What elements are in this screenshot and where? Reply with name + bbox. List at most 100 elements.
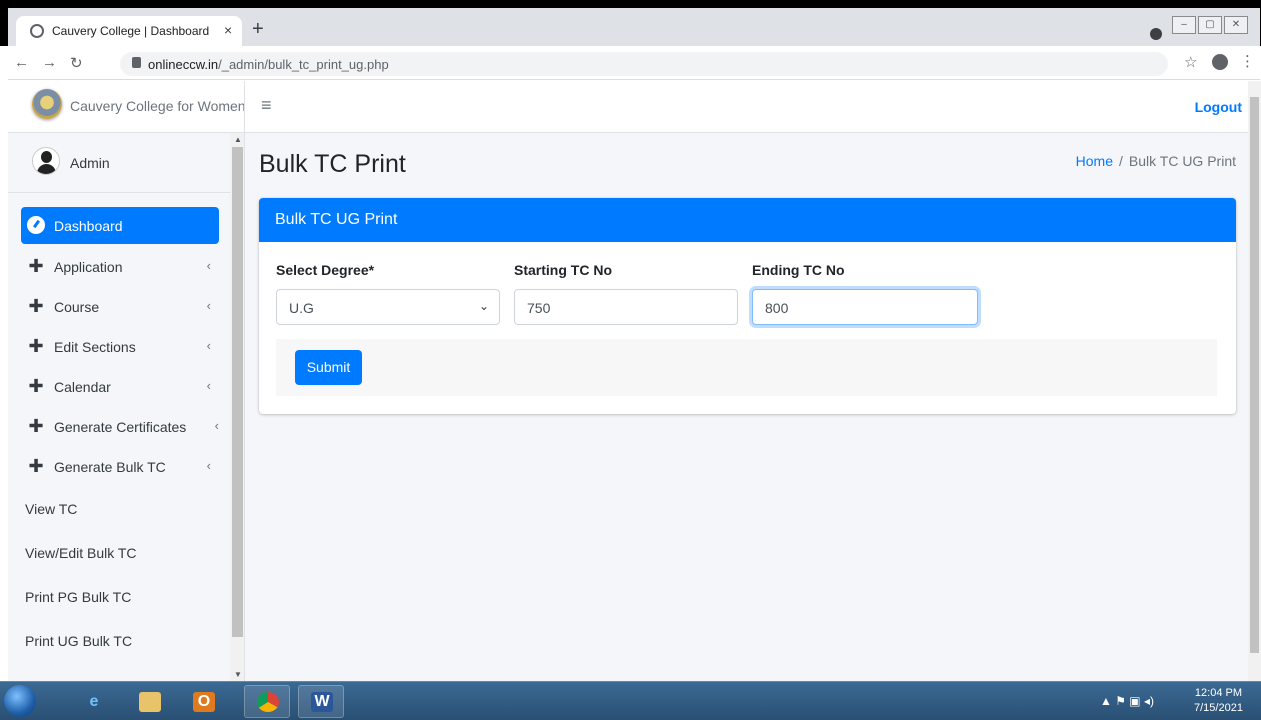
plus-icon: ✚	[28, 376, 44, 396]
sidebar-item-label: Generate Certificates	[54, 419, 187, 435]
page-title: Bulk TC Print	[259, 150, 406, 178]
sidebar-item-label: View TC	[25, 501, 78, 517]
sidebar: Cauvery College for Women Admin Dashboar…	[8, 81, 245, 681]
user-panel[interactable]: Admin	[8, 133, 232, 193]
clock-date: 7/15/2021	[1194, 702, 1243, 714]
scroll-up-icon[interactable]: ▲	[234, 135, 242, 144]
starting-tc-input[interactable]: 750	[514, 289, 738, 325]
starting-tc-value: 750	[527, 300, 551, 316]
sidebar-item-course[interactable]: ✚ Course ‹	[21, 287, 219, 327]
profile-indicator-icon[interactable]	[1150, 28, 1162, 40]
sidebar-item-dashboard[interactable]: Dashboard	[21, 207, 219, 244]
college-logo	[32, 89, 62, 119]
plus-icon: ✚	[28, 416, 44, 436]
folder-icon	[139, 692, 161, 712]
browser-menu-icon[interactable]: ⋮	[1240, 52, 1255, 70]
bookmark-star-icon[interactable]: ☆	[1184, 53, 1197, 71]
clock-time: 12:04 PM	[1194, 687, 1243, 699]
ie-taskbar-button[interactable]: e	[70, 685, 116, 718]
tab-title: Cauvery College | Dashboard	[52, 24, 210, 38]
bulk-tc-card: Bulk TC UG Print Select Degree* U.G ⌄ St…	[259, 198, 1236, 414]
brand-link[interactable]: Cauvery College for Women	[8, 81, 245, 133]
explorer-taskbar-button[interactable]	[126, 685, 172, 718]
sidebar-item-generate-bulk-tc[interactable]: ✚ Generate Bulk TC ‹	[21, 447, 219, 487]
plus-icon: ✚	[28, 336, 44, 356]
breadcrumb: Home / Bulk TC UG Print	[1076, 153, 1236, 169]
plus-icon: ✚	[28, 296, 44, 316]
chrome-taskbar-button[interactable]	[244, 685, 290, 718]
forward-arrow-icon[interactable]: →	[42, 54, 57, 71]
close-window-icon[interactable]: ✕	[1224, 16, 1248, 34]
plus-icon: ✚	[28, 456, 44, 476]
sidebar-item-calendar[interactable]: ✚ Calendar ‹	[21, 367, 219, 407]
degree-label: Select Degree*	[276, 262, 375, 278]
chevron-left-icon: ‹	[206, 298, 211, 313]
sidebar-item-print-pg-bulk-tc[interactable]: Print PG Bulk TC	[21, 575, 219, 619]
page-scrollbar[interactable]	[1248, 81, 1261, 681]
sidebar-item-label: Edit Sections	[54, 339, 136, 355]
submit-button[interactable]: Submit	[295, 350, 362, 385]
maximize-icon[interactable]: ▢	[1198, 16, 1222, 34]
outlook-taskbar-button[interactable]: O	[180, 685, 226, 718]
degree-select[interactable]: U.G ⌄	[276, 289, 500, 325]
lock-icon	[132, 57, 141, 68]
card-title: Bulk TC UG Print	[275, 211, 398, 228]
chrome-icon	[257, 692, 279, 712]
sidebar-item-application[interactable]: ✚ Application ‹	[21, 247, 219, 287]
top-navbar: ≡ Logout	[245, 81, 1248, 133]
sidebar-item-label: View/Edit Bulk TC	[25, 545, 137, 561]
logout-link[interactable]: Logout	[1195, 99, 1242, 115]
chevron-left-icon: ‹	[214, 418, 219, 433]
sidebar-item-print-ug-bulk-tc[interactable]: Print UG Bulk TC	[21, 619, 219, 663]
scroll-down-icon[interactable]: ▼	[234, 670, 242, 679]
url-text: onlineccw.in/_admin/bulk_tc_print_ug.php	[148, 57, 389, 72]
browser-toolbar: ← → ↻ onlineccw.in/_admin/bulk_tc_print_…	[8, 46, 1260, 80]
sidebar-item-label: Dashboard	[54, 218, 123, 234]
url-path: /_admin/bulk_tc_print_ug.php	[218, 57, 389, 72]
internet-explorer-icon: e	[89, 693, 99, 710]
dashboard-gauge-icon	[27, 216, 45, 234]
sidebar-scrollbar[interactable]: ▲ ▼	[230, 133, 244, 681]
starting-tc-label: Starting TC No	[514, 262, 612, 278]
sidebar-item-generate-certificates[interactable]: ✚ Generate Certificates ‹	[21, 407, 219, 447]
breadcrumb-separator: /	[1119, 153, 1123, 169]
word-taskbar-button[interactable]: W	[298, 685, 344, 718]
back-arrow-icon[interactable]: ←	[14, 54, 29, 71]
clock[interactable]: 12:04 PM 7/15/2021	[1194, 686, 1243, 716]
url-host: onlineccw.in	[148, 57, 219, 72]
ending-tc-input[interactable]: 800	[752, 289, 978, 325]
sidebar-item-view-edit-bulk-tc[interactable]: View/Edit Bulk TC	[21, 531, 219, 575]
card-footer: Submit	[276, 339, 1217, 396]
hamburger-menu-icon[interactable]: ≡	[261, 95, 272, 116]
brand-name: Cauvery College for Women	[70, 98, 245, 114]
user-avatar-icon	[32, 147, 60, 175]
sidebar-item-edit-sections[interactable]: ✚ Edit Sections ‹	[21, 327, 219, 367]
tray-icons[interactable]: ▲ ⚑ ▣ ◂)	[1100, 694, 1154, 708]
chevron-left-icon: ‹	[206, 458, 211, 473]
globe-icon	[30, 24, 44, 38]
reload-icon[interactable]: ↻	[70, 54, 83, 72]
plus-icon: ✚	[28, 256, 44, 276]
scrollbar-thumb[interactable]	[1250, 97, 1259, 653]
account-icon[interactable]	[1212, 54, 1228, 70]
sidebar-item-label: Print UG Bulk TC	[25, 633, 133, 649]
minimize-icon[interactable]: –	[1172, 16, 1196, 34]
chevron-down-icon: ⌄	[478, 299, 489, 313]
breadcrumb-current: Bulk TC UG Print	[1128, 153, 1236, 169]
address-bar[interactable]: onlineccw.in/_admin/bulk_tc_print_ug.php	[120, 52, 1168, 76]
user-name: Admin	[70, 155, 110, 171]
content-wrapper: Bulk TC Print Home / Bulk TC UG Print Bulk…	[245, 133, 1248, 681]
chevron-left-icon: ‹	[206, 338, 211, 353]
browser-tab-strip: Cauvery College | Dashboard × + – ▢ ✕	[0, 0, 1261, 46]
tab-close-button[interactable]: ×	[224, 22, 232, 38]
sidebar-nav: Dashboard ✚ Application ‹ ✚ Course ‹ ✚ E…	[8, 207, 232, 663]
new-tab-button[interactable]: +	[252, 19, 264, 39]
sidebar-item-view-tc[interactable]: View TC	[21, 487, 219, 531]
scrollbar-thumb[interactable]	[232, 147, 243, 637]
sidebar-item-label: Print PG Bulk TC	[25, 589, 132, 605]
window-controls: – ▢ ✕	[1172, 14, 1256, 34]
breadcrumb-home-link[interactable]: Home	[1076, 153, 1113, 169]
ending-tc-value: 800	[765, 300, 789, 316]
windows-start-icon[interactable]	[4, 685, 36, 717]
browser-tab[interactable]: Cauvery College | Dashboard ×	[16, 16, 242, 46]
